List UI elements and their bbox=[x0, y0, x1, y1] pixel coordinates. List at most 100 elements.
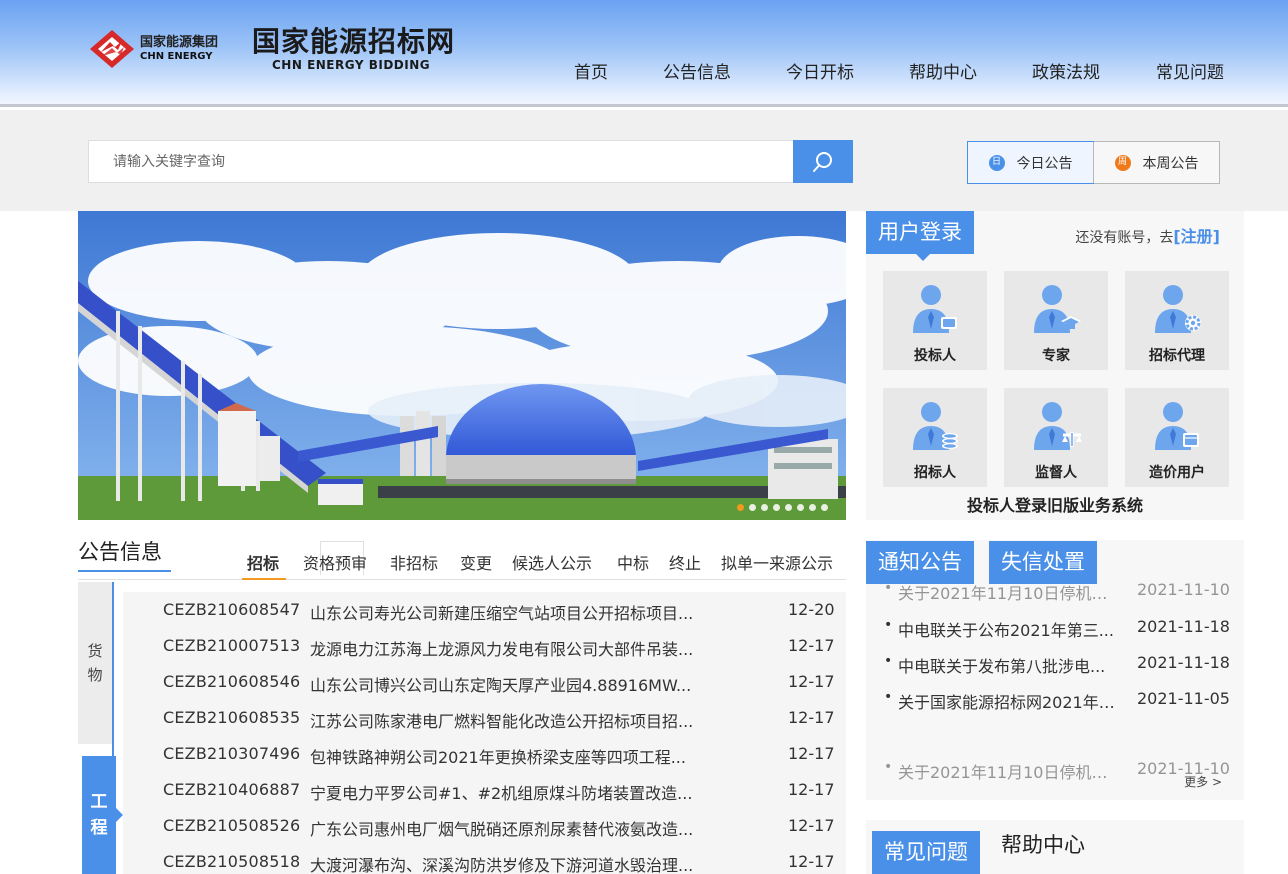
active-tab-underline bbox=[242, 578, 286, 580]
supervisor-icon bbox=[1034, 402, 1082, 450]
nav-faq[interactable]: 常见问题 bbox=[1156, 58, 1224, 83]
project-code: CEZB210608547 bbox=[163, 600, 301, 619]
announcement-row[interactable]: CEZB210608535 江苏公司陈家港电厂燃料智能化改造公开招标项目招...… bbox=[123, 700, 846, 736]
bullet-icon: • bbox=[884, 689, 893, 705]
category-goods[interactable]: 货 物 bbox=[78, 582, 112, 744]
announcement-row[interactable]: CEZB210406887 宁夏电力平罗公司#1、#2机组原煤斗防堵装置改造..… bbox=[123, 772, 846, 808]
nav-announcements[interactable]: 公告信息 bbox=[663, 58, 731, 83]
role-agent[interactable]: 招标代理 bbox=[1125, 271, 1229, 370]
project-code: CEZB210307496 bbox=[163, 744, 301, 763]
register-link[interactable]: [注册] bbox=[1173, 227, 1220, 246]
announcement-row[interactable]: CEZB210508518 大渡河瀑布沟、深溪沟防洪岁修及下游河道水毁治理...… bbox=[123, 844, 846, 874]
site-title[interactable]: 国家能源招标网 CHN ENERGY BIDDING bbox=[252, 25, 456, 73]
carousel-dot[interactable] bbox=[821, 504, 828, 511]
quick-announcement-tabs: 日 今日公告 周 本周公告 bbox=[967, 141, 1220, 184]
announcement-date: 12-17 bbox=[788, 744, 835, 763]
week-announcements-tab[interactable]: 周 本周公告 bbox=[1093, 142, 1219, 183]
carousel-dot[interactable] bbox=[797, 504, 804, 511]
tab-dishonesty[interactable]: 失信处置 bbox=[989, 541, 1097, 584]
role-expert[interactable]: 专家 bbox=[1004, 271, 1108, 370]
week-badge-icon: 周 bbox=[1114, 154, 1131, 171]
bullet-icon: • bbox=[884, 580, 893, 596]
announcement-date: 12-17 bbox=[788, 708, 835, 727]
announcement-categories: 货 物 工 程 bbox=[78, 582, 123, 874]
banner-carousel[interactable] bbox=[78, 211, 846, 520]
tab-notices[interactable]: 通知公告 bbox=[866, 541, 974, 584]
carousel-dot[interactable] bbox=[737, 504, 744, 511]
announcement-title: 江苏公司陈家港电厂燃料智能化改造公开招标项目招... bbox=[310, 712, 694, 731]
announcement-date: 12-17 bbox=[788, 816, 835, 835]
notice-date: 2021-11-05 bbox=[1137, 689, 1230, 708]
tenderer-icon bbox=[913, 402, 958, 450]
nav-today-opening[interactable]: 今日开标 bbox=[786, 58, 854, 83]
role-cost-user[interactable]: 造价用户 bbox=[1125, 388, 1229, 487]
tab-termination[interactable]: 终止 bbox=[669, 550, 701, 574]
role-tenderer[interactable]: 招标人 bbox=[883, 388, 987, 487]
carousel-dot[interactable] bbox=[749, 504, 756, 511]
group-logo[interactable]: 国家能源集团 CHN ENERGY bbox=[88, 28, 218, 70]
search-input[interactable] bbox=[89, 141, 794, 182]
tab-candidate-publicity[interactable]: 候选人公示 bbox=[512, 550, 592, 574]
notice-date: 2021-11-18 bbox=[1137, 617, 1230, 636]
nav-home[interactable]: 首页 bbox=[574, 58, 608, 83]
role-label: 投标人 bbox=[914, 348, 956, 364]
category-goods-char: 货 bbox=[87, 642, 103, 660]
notice-row[interactable]: • 中电联关于发布第八批涉电... 2021-11-18 bbox=[884, 653, 1236, 676]
announcement-row[interactable]: CEZB210608547 山东公司寿光公司新建压缩空气站项目公开招标项目...… bbox=[123, 592, 846, 628]
notice-title: 中电联关于公布2021年第三... bbox=[898, 621, 1114, 640]
nav-policies[interactable]: 政策法规 bbox=[1032, 58, 1100, 83]
announcement-row[interactable]: CEZB210007513 龙源电力江苏海上龙源风力发电有限公司大部件吊装...… bbox=[123, 628, 846, 664]
role-bidder[interactable]: 投标人 bbox=[883, 271, 987, 370]
announcement-list: CEZB210608547 山东公司寿光公司新建压缩空气站项目公开招标项目...… bbox=[123, 592, 846, 874]
bullet-icon: • bbox=[884, 617, 893, 633]
notice-title: 关于2021年11月10日停机维... bbox=[898, 763, 1120, 782]
carousel-dot[interactable] bbox=[785, 504, 792, 511]
tab-change[interactable]: 变更 bbox=[460, 550, 492, 574]
carousel-dot[interactable] bbox=[773, 504, 780, 511]
tab-faq[interactable]: 常见问题 bbox=[872, 831, 980, 874]
old-business-system-link[interactable]: 投标人登录旧版业务系统 bbox=[866, 492, 1244, 516]
project-code: CEZB210608546 bbox=[163, 672, 301, 691]
site-title-cn: 国家能源招标网 bbox=[252, 25, 456, 58]
announcement-date: 12-17 bbox=[788, 672, 835, 691]
carousel-dot[interactable] bbox=[761, 504, 768, 511]
search-button[interactable] bbox=[793, 140, 853, 183]
expert-icon bbox=[1034, 285, 1081, 333]
faq-panel: 常见问题 帮助中心 bbox=[866, 820, 1244, 874]
role-supervisor[interactable]: 监督人 bbox=[1004, 388, 1108, 487]
tab-non-tender[interactable]: 非招标 bbox=[390, 550, 438, 574]
nav-help-center[interactable]: 帮助中心 bbox=[909, 58, 977, 83]
role-label: 造价用户 bbox=[1149, 465, 1205, 481]
today-announcements-tab[interactable]: 日 今日公告 bbox=[967, 141, 1094, 184]
notice-row[interactable]: • 中电联关于公布2021年第三... 2021-11-18 bbox=[884, 617, 1236, 640]
announcement-title: 包神铁路神朔公司2021年更换桥梁支座等四项工程... bbox=[310, 748, 686, 767]
announcement-row[interactable]: CEZB210307496 包神铁路神朔公司2021年更换桥梁支座等四项工程..… bbox=[123, 736, 846, 772]
role-label: 招标代理 bbox=[1149, 348, 1205, 364]
category-engineering-char: 程 bbox=[90, 818, 108, 838]
category-goods-char: 物 bbox=[87, 666, 103, 684]
bullet-icon: • bbox=[884, 653, 893, 669]
site-title-en: CHN ENERGY BIDDING bbox=[272, 58, 431, 72]
announcement-date: 12-17 bbox=[788, 780, 835, 799]
announcement-row[interactable]: CEZB210508526 广东公司惠州电厂烟气脱硝还原剂尿素替代液氨改造...… bbox=[123, 808, 846, 844]
carousel-dot[interactable] bbox=[809, 504, 816, 511]
tab-award[interactable]: 中标 bbox=[617, 550, 649, 574]
announcement-date: 12-17 bbox=[788, 636, 835, 655]
bullet-icon: • bbox=[884, 759, 893, 775]
more-notices-link[interactable]: 更多 > bbox=[1184, 773, 1222, 790]
tab-prequalification[interactable]: 资格预审 bbox=[303, 550, 367, 574]
notice-panel: 通知公告 失信处置 • 关于2021年11月10日停机维... 2021-11-… bbox=[866, 540, 1244, 800]
project-code: CEZB210508518 bbox=[163, 852, 301, 871]
tab-help-center[interactable]: 帮助中心 bbox=[1001, 829, 1085, 859]
category-engineering[interactable]: 工 程 bbox=[82, 756, 123, 874]
carousel-dots bbox=[737, 504, 828, 511]
tab-single-source[interactable]: 拟单一来源公示 bbox=[721, 550, 833, 574]
group-name-cn: 国家能源集团 bbox=[140, 35, 219, 50]
announcement-row[interactable]: CEZB210608546 山东公司博兴公司山东定陶天厚产业园4.88916MW… bbox=[123, 664, 846, 700]
register-hint-text: 还没有账号，去 bbox=[1075, 230, 1174, 246]
notice-row-partial[interactable]: • 关于2021年11月10日停机维... 2021-11-10 bbox=[884, 580, 1236, 603]
tab-tender[interactable]: 招标 bbox=[247, 550, 279, 574]
notice-row[interactable]: • 关于国家能源招标网2021年1... 2021-11-05 bbox=[884, 689, 1236, 712]
notice-date: 2021-11-10 bbox=[1137, 580, 1230, 599]
role-label: 招标人 bbox=[914, 465, 956, 481]
